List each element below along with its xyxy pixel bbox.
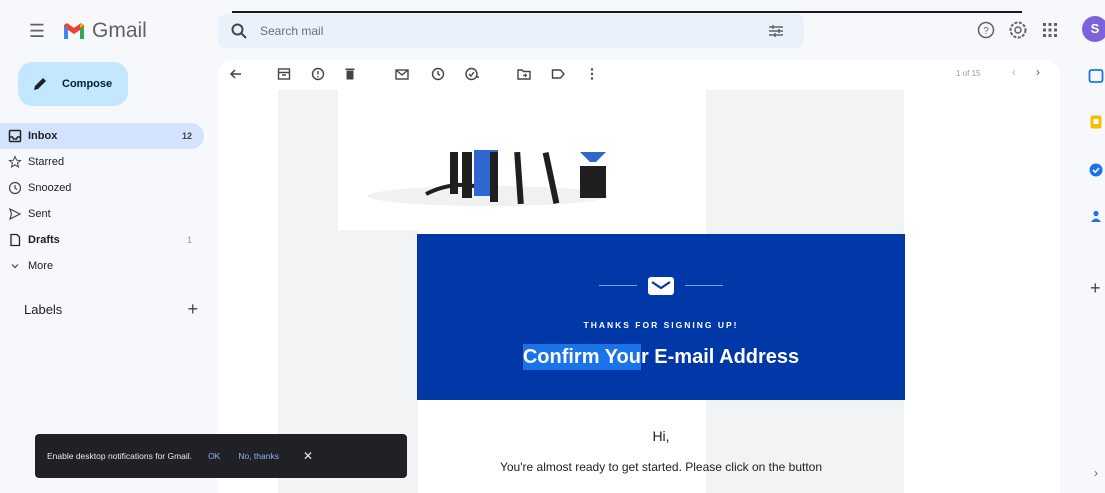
add-addon-icon[interactable]: +: [1090, 278, 1101, 299]
snackbar-close-icon[interactable]: ✕: [303, 449, 313, 463]
sidebar-item-label: Snoozed: [28, 182, 72, 194]
back-arrow-icon[interactable]: [228, 66, 244, 82]
newer-chevron-icon[interactable]: ‹: [1012, 65, 1016, 79]
sidebar-item-label: Sent: [28, 208, 51, 220]
snackbar-message: Enable desktop notifications for Gmail.: [47, 451, 193, 461]
settings-icon[interactable]: [1008, 20, 1028, 40]
send-icon: [9, 207, 22, 221]
unread-count: 12: [181, 131, 192, 141]
search-icon[interactable]: [230, 22, 248, 40]
divider-right: [685, 285, 723, 286]
gmail-m-icon: [64, 23, 84, 39]
svg-text:?: ?: [983, 26, 989, 37]
email-body-text: You're almost ready to get started. Plea…: [499, 460, 823, 474]
pencil-icon: [34, 78, 46, 90]
archive-icon[interactable]: [276, 66, 292, 82]
confirmation-banner: THANKS FOR SIGNING UP! Confirm Your E-ma…: [417, 234, 905, 400]
mark-unread-icon[interactable]: [394, 66, 410, 82]
report-spam-icon[interactable]: [310, 66, 326, 82]
compose-label: Compose: [62, 78, 113, 90]
help-icon[interactable]: ?: [976, 20, 996, 40]
add-task-icon[interactable]: [464, 66, 480, 82]
apps-grid-icon[interactable]: [1040, 20, 1060, 40]
compose-button[interactable]: Compose: [18, 62, 128, 106]
clock-icon: [8, 181, 22, 195]
contacts-icon[interactable]: [1088, 208, 1104, 224]
search-options-icon[interactable]: [768, 23, 784, 39]
main-panel: 1 of 15 ‹ › THANKS FOR SIGNING UP! Confi…: [218, 60, 1060, 493]
sidebar-item-snoozed[interactable]: Snoozed: [0, 175, 204, 201]
header: ☰ Gmail ?: [0, 12, 1105, 52]
title-rest[interactable]: r E-mail Address: [641, 346, 799, 368]
keep-icon[interactable]: [1088, 114, 1104, 130]
sidebar-item-more[interactable]: More: [0, 253, 204, 279]
sidebar-item-inbox[interactable]: Inbox 12: [0, 123, 204, 149]
sidebar-item-drafts[interactable]: Drafts 1: [0, 227, 204, 253]
labels-title: Labels: [24, 302, 63, 317]
delete-icon[interactable]: [342, 66, 358, 82]
labels-section: Labels +: [24, 300, 204, 318]
older-chevron-icon[interactable]: ›: [1036, 65, 1040, 79]
pagination-text: 1 of 15: [956, 69, 981, 78]
envelope-graphic: [599, 274, 723, 298]
more-options-icon[interactable]: [584, 66, 600, 82]
add-label-button[interactable]: +: [187, 300, 198, 318]
envelope-icon: [648, 277, 674, 295]
sidebar-item-sent[interactable]: Sent: [0, 201, 204, 227]
expand-panel-chevron-icon[interactable]: ›: [1094, 466, 1098, 480]
move-to-icon[interactable]: [516, 66, 532, 82]
selected-text[interactable]: Confirm You: [522, 344, 641, 370]
snooze-icon[interactable]: [430, 66, 446, 82]
signup-illustration: [338, 90, 638, 230]
snackbar-no-thanks-button[interactable]: No, thanks: [238, 451, 279, 461]
search-input[interactable]: [260, 24, 740, 38]
search-bar[interactable]: [218, 14, 804, 48]
draft-icon: [10, 233, 21, 247]
banner-kicker: THANKS FOR SIGNING UP!: [583, 320, 739, 330]
sidebar-item-label: Starred: [28, 156, 65, 168]
sidebar-item-label: More: [28, 260, 54, 272]
main-menu-icon[interactable]: ☰: [24, 18, 50, 44]
banner-title: Confirm Your E-mail Address: [417, 344, 905, 370]
gmail-logo[interactable]: Gmail: [62, 16, 147, 46]
notification-snackbar: Enable desktop notifications for Gmail. …: [35, 434, 407, 478]
sidebar-item-starred[interactable]: Starred: [0, 149, 204, 175]
message-toolbar: 1 of 15 ‹ ›: [218, 60, 1060, 90]
label-icon[interactable]: [550, 66, 566, 82]
app-name: Gmail: [92, 19, 147, 42]
tasks-icon[interactable]: [1088, 162, 1104, 178]
sidebar-nav: Inbox 12 Starred Snoozed Sent Drafts 1 M…: [0, 123, 210, 279]
inbox-icon: [8, 129, 22, 143]
star-icon: [8, 155, 22, 169]
snackbar-ok-button[interactable]: OK: [208, 451, 220, 461]
chevron-down-icon: [11, 264, 19, 269]
calendar-icon[interactable]: [1088, 68, 1104, 84]
divider-left: [599, 285, 637, 286]
sidebar-item-label: Inbox: [28, 130, 58, 142]
email-greeting: Hi,: [652, 428, 670, 444]
account-avatar[interactable]: S: [1082, 16, 1105, 42]
draft-count: 1: [186, 235, 192, 245]
sidebar-item-label: Drafts: [28, 234, 60, 246]
